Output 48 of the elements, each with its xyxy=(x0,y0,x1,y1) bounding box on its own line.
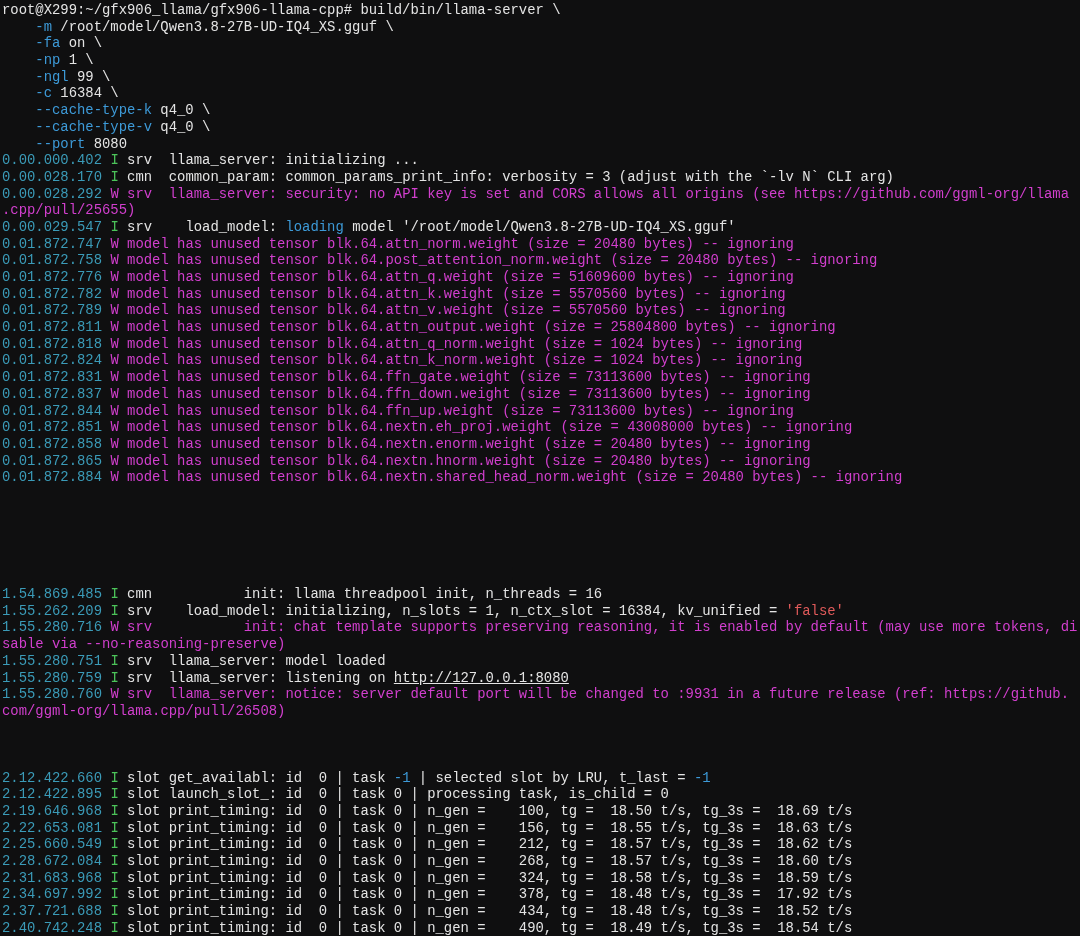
terminal-line: 0.00.029.547 I srv load_model: loading model '/root/model/Qwen3.8-27B-UD-IQ4_XS.gguf' xyxy=(2,218,736,236)
terminal-line: 0.01.872.758 W model has unused tensor blk.64.post_attention_norm.weight (size = 20480 bytes) -- ignoring xyxy=(2,252,878,269)
terminal-line: -fa on \ xyxy=(35,35,103,53)
terminal-line: 0.00.028.292 W srv llama_server: security: no API key is set and CORS allows all origins (see https://github.com/ggml-org/llama xyxy=(2,185,1069,203)
terminal-line: -ngl 99 \ xyxy=(35,68,111,86)
terminal-line: 0.01.872.789 W model has unused tensor blk.64.attn_v.weight (size = 5570560 bytes) -- ignoring xyxy=(2,302,786,320)
terminal-line: 0.01.872.782 W model has unused tensor blk.64.attn_k.weight (size = 5570560 bytes) -- ignoring xyxy=(2,285,786,303)
terminal-line: 0.01.872.818 W model has unused tensor blk.64.attn_q_norm.weight (size = 1024 bytes) -- ignoring xyxy=(2,335,803,353)
terminal-line: 0.01.872.884 W model has unused tensor blk.64.nextn.shared_head_norm.weight (size = 20480 bytes) -- ignoring xyxy=(2,469,903,486)
url-link[interactable]: http://127.0.0.1:8080 xyxy=(393,669,569,686)
terminal-line: root@X299:~/gfx906_llama/gfx906-llama-cpp# build/bin/llama-server \ xyxy=(2,2,561,19)
terminal-line: --cache-type-k q4_0 \ xyxy=(35,102,211,119)
terminal-line: 2.19.646.968 I slot print_timing: id 0 | task 0 | n_gen = 100, tg = 18.50 t/s, tg_3s = 18.69 t/s xyxy=(2,803,853,820)
terminal-line: 1.55.280.751 I srv llama_server: model loaded xyxy=(2,652,386,670)
terminal-line: 0.01.872.844 W model has unused tensor blk.64.ffn_up.weight (size = 73113600 bytes) -- ignoring xyxy=(2,402,794,420)
terminal-line: -m /root/model/Qwen3.8-27B-UD-IQ4_XS.gguf \ xyxy=(35,18,394,36)
terminal-line: 0.01.872.837 W model has unused tensor blk.64.ffn_down.weight (size = 73113600 bytes) -- ignoring xyxy=(2,385,811,403)
terminal-line: -c 16384 \ xyxy=(35,85,119,103)
terminal-line: 0.01.872.824 W model has unused tensor blk.64.attn_k_norm.weight (size = 1024 bytes) -- ignoring xyxy=(2,352,803,370)
terminal-line: 0.01.872.851 W model has unused tensor blk.64.nextn.eh_proj.weight (size = 43008000 bytes) -- ignoring xyxy=(2,419,853,436)
terminal-line: 0.01.872.865 W model has unused tensor blk.64.nextn.hnorm.weight (size = 20480 bytes) -- ignoring xyxy=(2,452,811,470)
terminal-line: 2.31.683.968 I slot print_timing: id 0 | task 0 | n_gen = 324, tg = 18.58 t/s, tg_3s = 18.59 t/s xyxy=(2,869,853,887)
terminal-line: 1.55.280.716 W srv init: chat template supports preserving reasoning, it is enabled by default (may use more tokens, di xyxy=(2,619,1078,637)
terminal-line: 2.25.660.549 I slot print_timing: id 0 | task 0 | n_gen = 212, tg = 18.57 t/s, tg_3s = 18.62 t/s xyxy=(2,836,853,854)
terminal-line: 1.55.280.759 I srv llama_server: listening on http://127.0.0.1:8080 xyxy=(2,669,569,687)
terminal-line: 0.01.872.747 W model has unused tensor blk.64.attn_norm.weight (size = 20480 bytes) -- ignoring xyxy=(2,235,794,253)
terminal-line: 2.34.697.992 I slot print_timing: id 0 | task 0 | n_gen = 378, tg = 18.48 t/s, tg_3s = 17.92 t/s xyxy=(2,886,853,904)
terminal-line: sable via --no-reasoning-preserve) xyxy=(2,636,286,653)
terminal-line: 2.22.653.081 I slot print_timing: id 0 | task 0 | n_gen = 156, tg = 18.55 t/s, tg_3s = 18.63 t/s xyxy=(2,819,853,837)
terminal-line: -np 1 \ xyxy=(35,52,94,69)
terminal-line: 2.28.672.084 I slot print_timing: id 0 | task 0 | n_gen = 268, tg = 18.57 t/s, tg_3s = 18.60 t/s xyxy=(2,853,853,870)
terminal-line: 2.12.422.895 I slot launch_slot_: id 0 | task 0 | processing task, is_child = 0 xyxy=(2,786,669,803)
terminal-line: 2.37.721.688 I slot print_timing: id 0 | task 0 | n_gen = 434, tg = 18.48 t/s, tg_3s = 18.52 t/s xyxy=(2,903,853,920)
terminal-line: 0.00.028.170 I cmn common_param: common_params_print_info: verbosity = 3 (adjust with the `-lv N` CLI arg) xyxy=(2,168,894,186)
terminal-line: --port 8080 xyxy=(35,135,128,153)
terminal-line: --cache-type-v q4_0 \ xyxy=(35,118,211,136)
terminal-line: 0.01.872.776 W model has unused tensor blk.64.attn_q.weight (size = 51609600 bytes) -- ignoring xyxy=(2,269,794,286)
terminal-line: 1.54.869.485 I cmn init: llama threadpool init, n_threads = 16 xyxy=(2,586,603,603)
terminal-line: 0.01.872.831 W model has unused tensor blk.64.ffn_gate.weight (size = 73113600 bytes) -- ignoring xyxy=(2,369,811,386)
terminal-line: .cpp/pull/25655) xyxy=(2,202,136,219)
terminal-line: 1.55.280.760 W srv llama_server: notice: server default port will be changed to :9931 in a future release (ref: https://github. xyxy=(2,686,1069,703)
terminal-line: 1.55.262.209 I srv load_model: initializing, n_slots = 1, n_ctx_slot = 16384, kv_unified = 'false' xyxy=(2,602,844,620)
terminal-line: 2.40.742.248 I slot print_timing: id 0 | task 0 | n_gen = 490, tg = 18.49 t/s, tg_3s = 18.54 t/s xyxy=(2,919,853,936)
terminal-line: com/ggml-org/llama.cpp/pull/26508) xyxy=(2,702,286,720)
terminal-line: 2.12.422.660 I slot get_availabl: id 0 | task -1 | selected slot by LRU, t_last = -1 xyxy=(2,769,711,787)
terminal-line: 0.00.000.402 I srv llama_server: initializing ... xyxy=(2,152,419,169)
terminal-line: 0.01.872.811 W model has unused tensor blk.64.attn_output.weight (size = 25804800 bytes) -- ignoring xyxy=(2,319,836,336)
terminal-line: 0.01.872.858 W model has unused tensor blk.64.nextn.enorm.weight (size = 20480 bytes) -- ignoring xyxy=(2,435,811,453)
